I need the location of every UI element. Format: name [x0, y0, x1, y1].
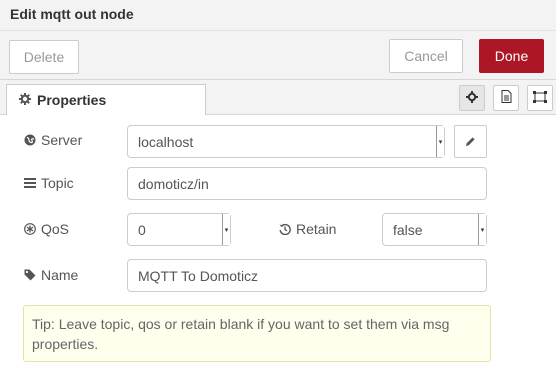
cancel-button[interactable]: Cancel — [389, 39, 463, 73]
chevron-down-icon: ▾ — [222, 214, 230, 245]
tab-bar: Properties — [0, 80, 556, 116]
node-appearance-icon — [533, 90, 547, 106]
tab-properties-label: Properties — [37, 92, 107, 108]
topic-input[interactable]: domoticz/in — [127, 167, 487, 200]
dialog-titlebar: Edit mqtt out node — [0, 0, 556, 31]
server-label-row: Server — [23, 132, 82, 148]
chevron-down-icon: ▾ — [436, 126, 444, 157]
appearance-tab-button[interactable] — [527, 85, 553, 111]
edit-server-button[interactable] — [454, 125, 487, 158]
file-icon — [501, 90, 512, 106]
server-value: localhost — [138, 133, 194, 150]
tip-box: Tip: Leave topic, qos or retain blank if… — [23, 305, 491, 362]
tag-icon — [23, 269, 37, 281]
retain-label: Retain — [296, 221, 337, 237]
qos-select[interactable]: 0 ▾ — [127, 213, 231, 246]
topic-label: Topic — [41, 175, 74, 191]
topic-value: domoticz/in — [138, 175, 209, 192]
properties-panel: Server localhost ▾ Topic domoticz/in QoS… — [0, 115, 556, 373]
name-input[interactable]: MQTT To Domoticz — [127, 259, 487, 292]
qos-value: 0 — [138, 221, 146, 238]
pencil-icon — [465, 134, 476, 150]
history-icon — [278, 223, 292, 235]
retain-label-row: Retain — [278, 221, 336, 237]
name-value: MQTT To Domoticz — [138, 267, 259, 284]
qos-label: QoS — [41, 221, 70, 237]
dialog-toolbar: Delete Cancel Done — [0, 31, 556, 80]
delete-button[interactable]: Delete — [9, 40, 79, 74]
properties-tab-button[interactable] — [459, 85, 485, 111]
server-select[interactable]: localhost ▾ — [127, 125, 445, 158]
retain-value: false — [393, 221, 423, 238]
qos-label-row: QoS — [23, 221, 69, 237]
chevron-down-icon: ▾ — [478, 214, 486, 245]
globe-icon — [23, 134, 37, 146]
name-label: Name — [41, 267, 79, 283]
tasks-icon — [23, 178, 37, 188]
gear-icon — [466, 90, 478, 106]
tab-properties[interactable]: Properties — [6, 84, 206, 116]
gear-icon — [19, 92, 31, 108]
topic-label-row: Topic — [23, 175, 74, 191]
dialog-title: Edit mqtt out node — [10, 6, 134, 22]
retain-select[interactable]: false ▾ — [382, 213, 487, 246]
description-tab-button[interactable] — [493, 85, 519, 111]
asterisk-icon — [23, 223, 37, 235]
done-button[interactable]: Done — [479, 39, 544, 73]
server-label: Server — [41, 132, 83, 148]
name-label-row: Name — [23, 267, 78, 283]
